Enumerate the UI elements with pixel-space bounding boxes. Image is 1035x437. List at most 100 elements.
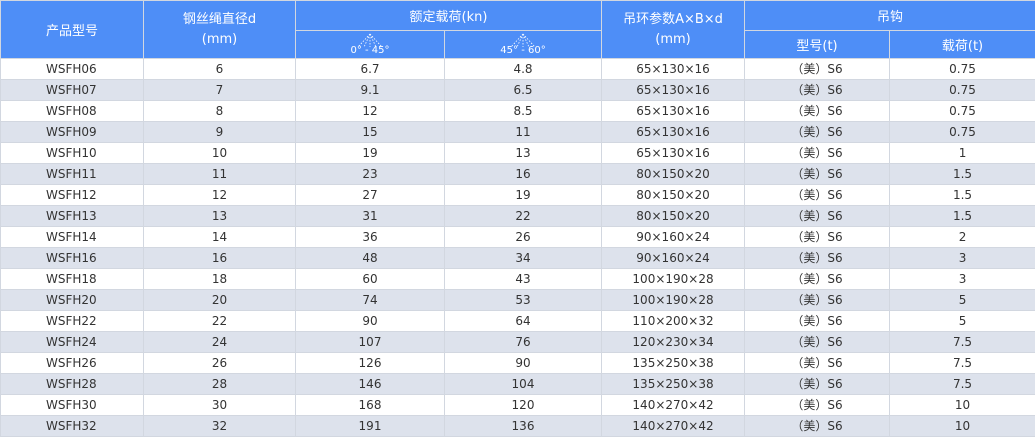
cell-model: WSFH22 <box>1 311 144 332</box>
cell-hook-load: 0.75 <box>890 80 1035 101</box>
cell-hook-load: 1.5 <box>890 185 1035 206</box>
cell-diameter: 20 <box>144 290 296 311</box>
cell-ring: 65×130×16 <box>602 143 745 164</box>
cell-load-0-45: 23 <box>296 164 445 185</box>
cell-hook-type: （美）S6 <box>745 374 890 395</box>
cell-hook-type: （美）S6 <box>745 227 890 248</box>
cell-diameter: 14 <box>144 227 296 248</box>
cell-hook-type: （美）S6 <box>745 143 890 164</box>
cell-load-45-60: 64 <box>445 311 602 332</box>
cell-hook-type: （美）S6 <box>745 59 890 80</box>
cell-model: WSFH11 <box>1 164 144 185</box>
table-body: WSFH0666.74.865×130×16（美）S60.75 WSFH0779… <box>1 59 1035 437</box>
cell-ring: 65×130×16 <box>602 101 745 122</box>
table-row: WSFH088128.565×130×16（美）S60.75 <box>1 101 1035 122</box>
header-diameter-unit: (mm) <box>144 30 295 50</box>
header-rated-load: 额定载荷(kn) <box>296 1 602 31</box>
header-diameter-label: 钢丝绳直径d <box>144 10 295 30</box>
cell-ring: 90×160×24 <box>602 227 745 248</box>
cell-ring: 135×250×38 <box>602 374 745 395</box>
cell-hook-type: （美）S6 <box>745 311 890 332</box>
cell-load-45-60: 76 <box>445 332 602 353</box>
header-model: 产品型号 <box>1 1 144 59</box>
cell-hook-load: 7.5 <box>890 374 1035 395</box>
table-row: WSFH22229064110×200×32（美）S65 <box>1 311 1035 332</box>
cell-load-45-60: 26 <box>445 227 602 248</box>
table-row: WSFH20207453100×190×28（美）S65 <box>1 290 1035 311</box>
cell-model: WSFH28 <box>1 374 144 395</box>
cell-ring: 120×230×34 <box>602 332 745 353</box>
cell-model: WSFH16 <box>1 248 144 269</box>
cell-diameter: 28 <box>144 374 296 395</box>
cell-load-45-60: 34 <box>445 248 602 269</box>
header-ring-unit: (mm) <box>602 30 744 50</box>
cell-hook-type: （美）S6 <box>745 185 890 206</box>
cell-hook-load: 0.75 <box>890 101 1035 122</box>
cell-ring: 65×130×16 <box>602 80 745 101</box>
product-spec-table: 产品型号 钢丝绳直径d (mm) 额定载荷(kn) 吊环参数A×B×d (mm)… <box>0 0 1035 437</box>
cell-ring: 100×190×28 <box>602 269 745 290</box>
cell-hook-load: 2 <box>890 227 1035 248</box>
cell-load-45-60: 90 <box>445 353 602 374</box>
cell-hook-load: 3 <box>890 248 1035 269</box>
cell-load-45-60: 43 <box>445 269 602 290</box>
cell-hook-load: 10 <box>890 416 1035 437</box>
cell-load-45-60: 19 <box>445 185 602 206</box>
cell-ring: 80×150×20 <box>602 164 745 185</box>
cell-hook-load: 3 <box>890 269 1035 290</box>
cell-load-45-60: 120 <box>445 395 602 416</box>
cell-ring: 110×200×32 <box>602 311 745 332</box>
cell-load-0-45: 60 <box>296 269 445 290</box>
cell-model: WSFH08 <box>1 101 144 122</box>
header-hook: 吊钩 <box>745 1 1035 31</box>
cell-load-0-45: 107 <box>296 332 445 353</box>
cell-diameter: 7 <box>144 80 296 101</box>
table-row: WSFH3030168120140×270×42（美）S610 <box>1 395 1035 416</box>
table-row: WSFH262612690135×250×38（美）S67.5 <box>1 353 1035 374</box>
cell-load-0-45: 19 <box>296 143 445 164</box>
cell-load-0-45: 146 <box>296 374 445 395</box>
cell-load-0-45: 126 <box>296 353 445 374</box>
cell-hook-load: 1 <box>890 143 1035 164</box>
cell-hook-type: （美）S6 <box>745 206 890 227</box>
cell-model: WSFH10 <box>1 143 144 164</box>
cell-load-45-60: 22 <box>445 206 602 227</box>
cell-load-0-45: 191 <box>296 416 445 437</box>
cell-load-45-60: 136 <box>445 416 602 437</box>
cell-diameter: 16 <box>144 248 296 269</box>
cell-hook-type: （美）S6 <box>745 269 890 290</box>
table-row: WSFH1414362690×160×24（美）S62 <box>1 227 1035 248</box>
cell-diameter: 9 <box>144 122 296 143</box>
cell-load-0-45: 31 <box>296 206 445 227</box>
cell-diameter: 12 <box>144 185 296 206</box>
cell-hook-type: （美）S6 <box>745 332 890 353</box>
cell-ring: 65×130×16 <box>602 59 745 80</box>
table-row: WSFH099151165×130×16（美）S60.75 <box>1 122 1035 143</box>
cell-model: WSFH06 <box>1 59 144 80</box>
header-angle-45-60: 45° - 60° <box>445 31 602 59</box>
cell-ring: 80×150×20 <box>602 206 745 227</box>
cell-load-0-45: 27 <box>296 185 445 206</box>
cell-diameter: 32 <box>144 416 296 437</box>
cell-ring: 140×270×42 <box>602 416 745 437</box>
cell-ring: 80×150×20 <box>602 185 745 206</box>
cell-load-0-45: 12 <box>296 101 445 122</box>
cell-hook-type: （美）S6 <box>745 101 890 122</box>
header-hook-type: 型号(t) <box>745 31 890 59</box>
header-ring: 吊环参数A×B×d (mm) <box>602 1 745 59</box>
cell-model: WSFH14 <box>1 227 144 248</box>
cell-diameter: 10 <box>144 143 296 164</box>
cell-load-45-60: 8.5 <box>445 101 602 122</box>
cell-diameter: 24 <box>144 332 296 353</box>
table-row: WSFH18186043100×190×28（美）S63 <box>1 269 1035 290</box>
cell-load-0-45: 9.1 <box>296 80 445 101</box>
cell-load-45-60: 104 <box>445 374 602 395</box>
table-header: 产品型号 钢丝绳直径d (mm) 额定载荷(kn) 吊环参数A×B×d (mm)… <box>1 1 1035 59</box>
cell-load-0-45: 90 <box>296 311 445 332</box>
cell-diameter: 6 <box>144 59 296 80</box>
cell-hook-load: 1.5 <box>890 206 1035 227</box>
table-row: WSFH242410776120×230×34（美）S67.5 <box>1 332 1035 353</box>
table-row: WSFH1010191365×130×16（美）S61 <box>1 143 1035 164</box>
table-row: WSFH0779.16.565×130×16（美）S60.75 <box>1 80 1035 101</box>
table-row: WSFH1616483490×160×24（美）S63 <box>1 248 1035 269</box>
